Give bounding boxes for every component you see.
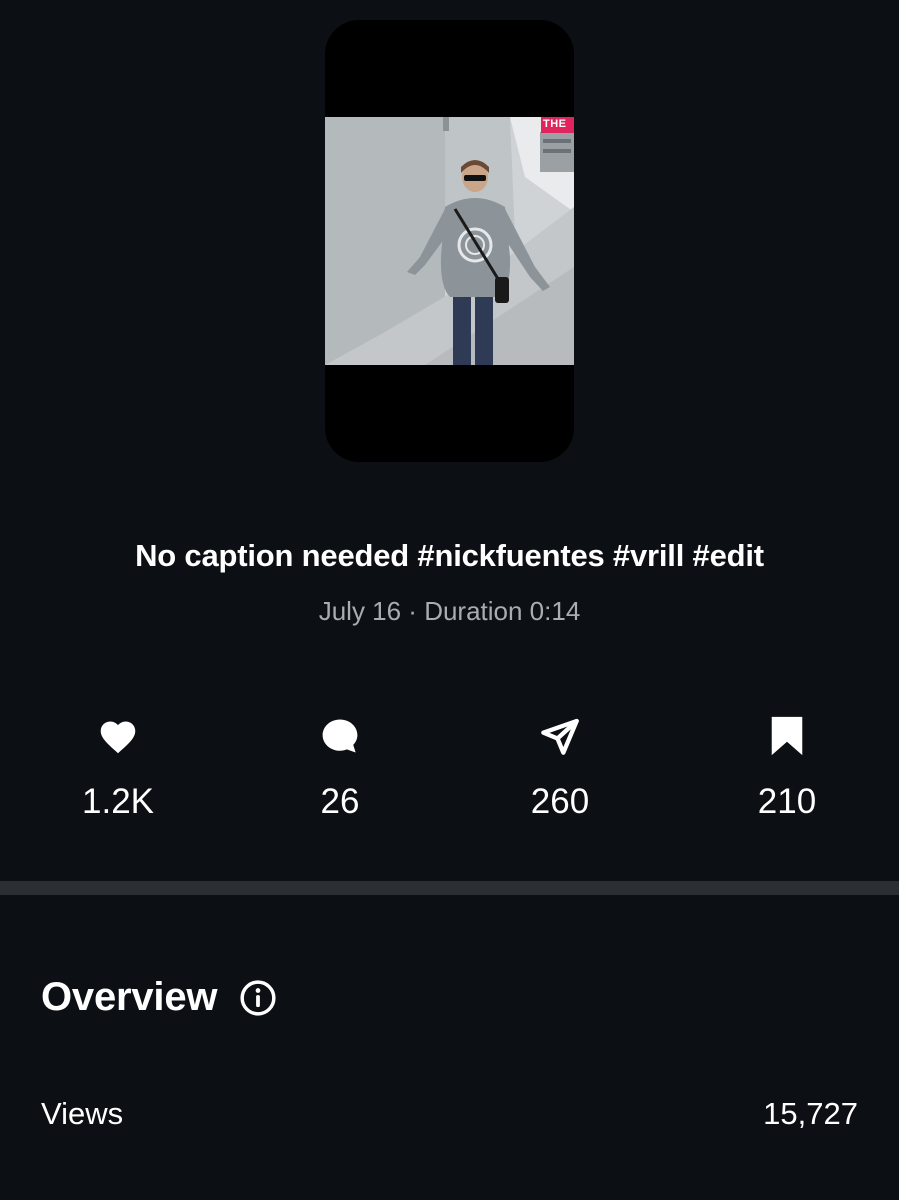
- overlay-badge-text: THE: [543, 118, 567, 130]
- video-preview[interactable]: THE: [325, 20, 574, 462]
- views-label: Views: [41, 1096, 124, 1131]
- comments-stat: 26: [260, 712, 420, 822]
- overview-title: Overview: [41, 975, 218, 1019]
- info-icon[interactable]: [239, 979, 277, 1017]
- shares-stat: 260: [480, 712, 640, 822]
- video-thumbnail: THE: [325, 117, 574, 365]
- saves-count: 210: [757, 782, 817, 821]
- post-caption: No caption needed #nickfuentes #vrill #e…: [135, 538, 764, 573]
- views-row: Views 15,727: [41, 1096, 858, 1132]
- post-meta: July 16 · Duration 0:14: [318, 596, 581, 626]
- saves-stat: 210: [707, 712, 867, 822]
- shares-count: 260: [530, 782, 590, 821]
- heart-icon: [38, 712, 198, 760]
- bookmark-icon: [707, 712, 867, 760]
- section-divider: [0, 881, 899, 895]
- likes-stat: 1.2K: [38, 712, 198, 822]
- comments-count: 26: [320, 782, 360, 821]
- share-icon: [480, 712, 640, 760]
- likes-count: 1.2K: [82, 782, 154, 821]
- views-value: 15,727: [763, 1096, 858, 1131]
- overview-header: Overview: [41, 975, 277, 1020]
- comment-icon: [260, 712, 420, 760]
